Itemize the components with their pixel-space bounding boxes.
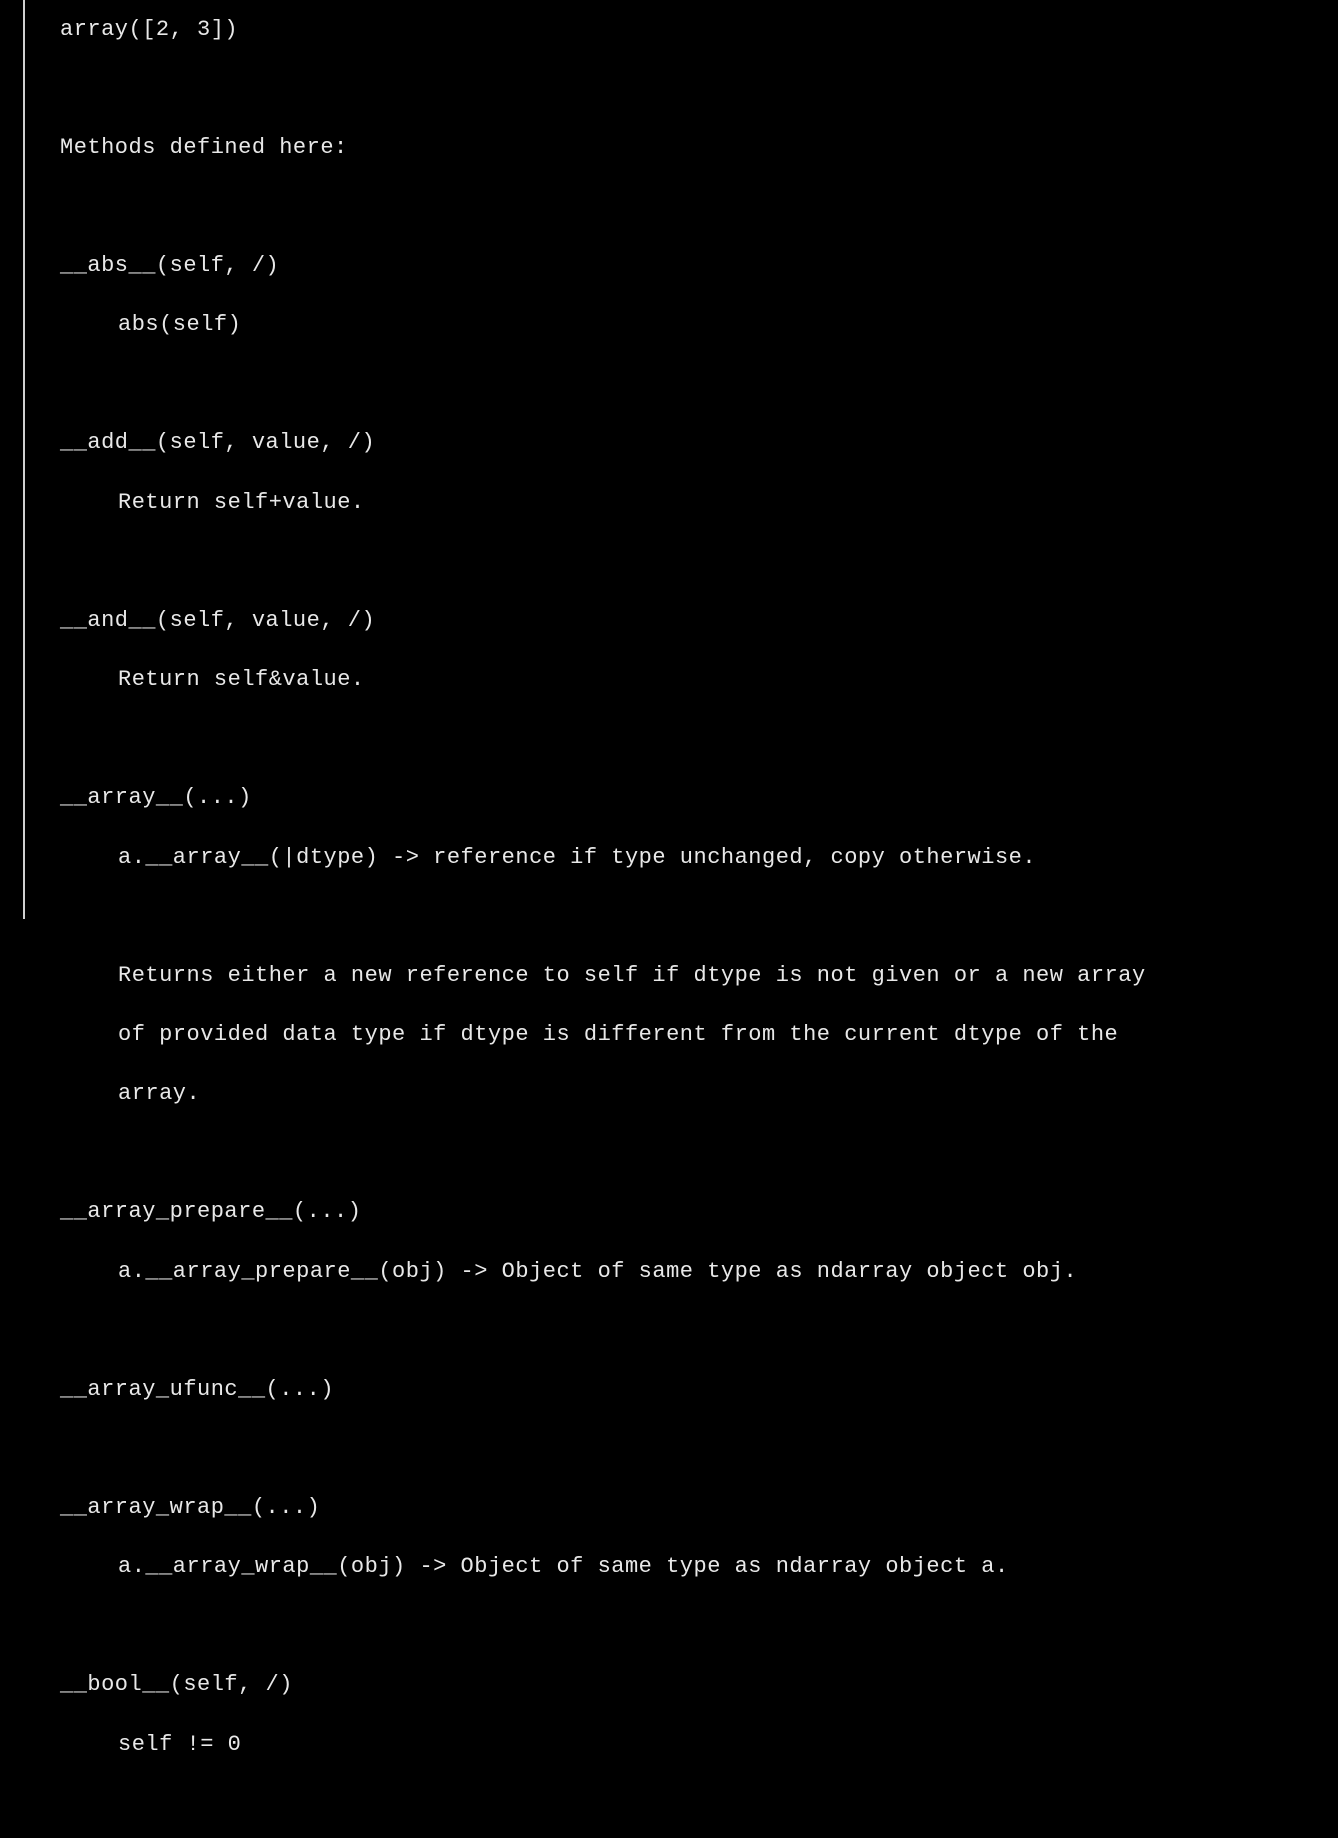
help-text-line: __array__(...) <box>60 783 1338 813</box>
help-text-line <box>60 902 1338 931</box>
help-text-line: Return self+value. <box>60 488 1338 518</box>
help-text-line: a.__array__(|dtype) -> reference if type… <box>60 843 1338 873</box>
help-text-line: Returns either a new reference to self i… <box>60 961 1338 991</box>
help-text-line: __array_wrap__(...) <box>60 1493 1338 1523</box>
help-text-line <box>60 1434 1338 1463</box>
help-text-line <box>60 1789 1338 1818</box>
help-text-line: Methods defined here: <box>60 133 1338 163</box>
help-text-line: a.__array_prepare__(obj) -> Object of sa… <box>60 1257 1338 1287</box>
help-text-line: __array_ufunc__(...) <box>60 1375 1338 1405</box>
help-text-line <box>60 1139 1338 1168</box>
help-text-line: __add__(self, value, /) <box>60 428 1338 458</box>
help-text-line: a.__array_wrap__(obj) -> Object of same … <box>60 1552 1338 1582</box>
help-text-line: Return self&value. <box>60 665 1338 695</box>
help-text-line: __bool__(self, /) <box>60 1670 1338 1700</box>
help-text-line <box>60 724 1338 753</box>
help-text-line: array([2, 3]) <box>60 15 1338 45</box>
help-text-line: array. <box>60 1079 1338 1109</box>
terminal-container: array([2, 3]) Methods defined here: __ab… <box>0 0 1338 919</box>
help-text-line: __and__(self, value, /) <box>60 606 1338 636</box>
help-text-line: abs(self) <box>60 310 1338 340</box>
help-text-line: __array_prepare__(...) <box>60 1197 1338 1227</box>
help-text-line <box>60 370 1338 399</box>
help-text-line: __abs__(self, /) <box>60 251 1338 281</box>
help-text-line: of provided data type if dtype is differ… <box>60 1020 1338 1050</box>
terminal-left-border <box>0 0 25 919</box>
terminal-content[interactable]: array([2, 3]) Methods defined here: __ab… <box>25 0 1338 919</box>
help-text-line <box>60 74 1338 103</box>
help-text-line <box>60 192 1338 221</box>
help-text-line <box>60 1316 1338 1345</box>
help-text-line <box>60 547 1338 576</box>
help-text-line <box>60 1612 1338 1641</box>
help-text-line: self != 0 <box>60 1730 1338 1760</box>
